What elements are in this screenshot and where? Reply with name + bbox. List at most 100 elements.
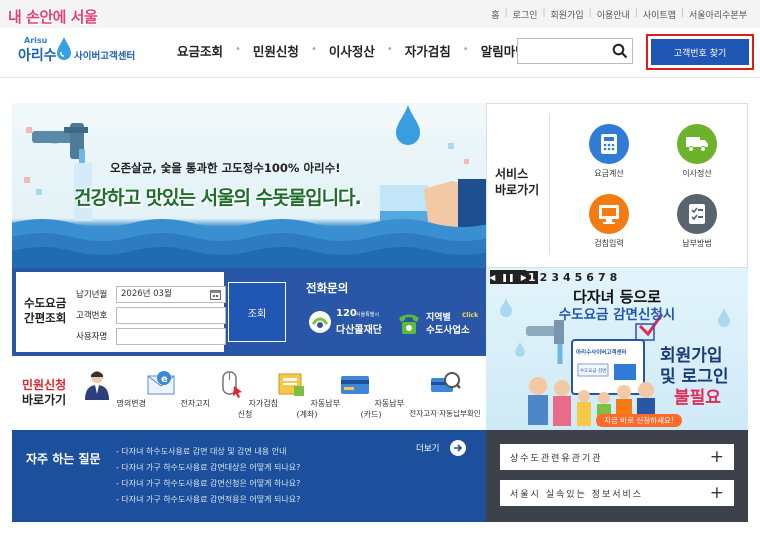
civil-title-line2: 바로가기 [22, 393, 67, 407]
pager-page-3[interactable]: 3 [549, 271, 561, 284]
civil-name-change-label: 명의변경 [116, 399, 146, 408]
promo-cta[interactable]: 지금 바로 신청하세요! [596, 414, 682, 427]
util-arisu-hq-link[interactable]: 서울아리수본부 [684, 8, 752, 21]
site-logo[interactable]: Arisu 아리수 사이버고객센터 [18, 36, 148, 66]
dasan-number: 120 [336, 308, 357, 319]
link-water-agencies[interactable]: 상수도관련유관기관 + [500, 444, 734, 470]
dasan-name: 다산콜재단 [336, 325, 382, 336]
promo-badge: 회원가입 및 로그인 [660, 346, 728, 388]
faq-item-3[interactable]: - 다자녀 가구 하수도사용료 감면신청은 어떻게 하나요? [116, 478, 300, 489]
checklist-icon [677, 194, 717, 234]
pager-page-5[interactable]: 5 [573, 271, 585, 284]
monitor-icon [589, 194, 629, 234]
faq-more-link[interactable]: 더보기 [416, 442, 439, 454]
banner-subtitle: 오존살균, 숯을 통과한 고도정수100% 아리수! [110, 161, 341, 175]
search-icon[interactable] [612, 43, 628, 59]
calculator-icon [589, 124, 629, 164]
service-shortcuts-title: 서비스 바로가기 [495, 166, 539, 198]
nav-self-reading[interactable]: 자가검침 [393, 41, 463, 60]
pager-page-7[interactable]: 7 [596, 271, 608, 284]
civil-name-change[interactable]: 명의변경 [80, 368, 146, 409]
calendar-icon[interactable] [210, 289, 221, 300]
pager-page-2[interactable]: 2 [538, 271, 550, 284]
dasan-logo-icon [309, 311, 331, 333]
util-guide-link[interactable]: 이용안내 [592, 8, 635, 21]
service-payment-methods-label: 납부방법 [682, 239, 712, 248]
service-move-settlement[interactable]: 이사정산 [657, 124, 737, 179]
credit-card-icon [341, 376, 369, 394]
faq-section: 자주 하는 질문 - 다자녀 하수도사용료 감면 대상 및 감면 내용 안내 -… [12, 430, 486, 522]
svg-text:e: e [161, 374, 168, 385]
user-name-input[interactable] [116, 328, 226, 345]
pager-controls: ◀ ❚❚ ▶ [489, 270, 527, 284]
plus-icon[interactable]: + [710, 483, 724, 503]
link-seoul-info-services[interactable]: 서울시 실속있는 정보서비스 + [500, 480, 734, 506]
civil-autopay-card-label: 자동납부(카드) [360, 399, 404, 419]
faq-item-4[interactable]: - 다자녀 가구 하수도사용료 감면적용은 어떻게 되나요? [116, 494, 300, 505]
local-office-link[interactable]: 지역별 Click 수도사업소 [396, 308, 482, 338]
dasan-call-link[interactable]: 120 서울특별시 다산콜재단 [308, 308, 388, 338]
link-water-agencies-label: 상수도관련유관기관 [510, 453, 603, 464]
promo-line2: 수도요금 감면신청시 [486, 303, 748, 323]
civil-autopay-card[interactable]: 자동납부(카드) [338, 368, 404, 420]
pager-prev-icon[interactable]: ◀ [489, 273, 495, 282]
customer-number-input[interactable] [116, 307, 226, 324]
lookup-submit-button[interactable]: 조회 [228, 282, 286, 342]
pager-page-8[interactable]: 8 [608, 271, 620, 284]
water-drop-icon [57, 37, 71, 60]
label-customer-number: 고객번호 [76, 311, 108, 321]
nav-civil-request[interactable]: 민원신청 [241, 41, 311, 60]
utility-links: 홈 | 로그인 | 회원가입 | 이용안내 | 사이트맵 | 서울아리수본부 [486, 8, 752, 21]
promo-badge-line1: 회원가입 [660, 346, 723, 366]
logo-small-text: Arisu [24, 36, 48, 45]
service-move-settlement-label: 이사정산 [682, 169, 712, 178]
faq-item-2[interactable]: - 다자녀 가구 하수도사용료 감면대상은 어떻게 되나요? [116, 462, 300, 473]
main-nav: 요금조회 • 민원신청 • 이사정산 • 자가검침 • 알림마당 [165, 41, 539, 60]
service-meter-input[interactable]: 검침입력 [569, 194, 649, 249]
nav-fee-lookup[interactable]: 요금조회 [165, 41, 235, 60]
find-customer-number-button[interactable]: 고객번호 찾기 [651, 39, 749, 65]
civil-enotice-autopay-check[interactable]: 전자고지·자동납부확인 [404, 368, 486, 419]
service-fee-calc[interactable]: 요금계산 [569, 124, 649, 179]
pager-page-6[interactable]: 6 [584, 271, 596, 284]
pager-page-1[interactable]: 1 [526, 270, 538, 284]
civil-self-reading-request-label: 자가검침신청 [237, 399, 278, 419]
search-input[interactable] [520, 41, 608, 61]
promo-line2-text: 수도요금 감면신청시 [558, 307, 676, 323]
promo-pager: ◀ ❚❚ ▶ 1 2 3 4 5 6 7 8 [489, 270, 620, 284]
page: 홈 | 로그인 | 회원가입 | 이용안내 | 사이트맵 | 서울아리수본부 내 손안에 … [0, 0, 760, 533]
quick-lookup-title: 수도요금 간편조회 [24, 296, 66, 326]
promo-badge-line2: 및 로그인 [660, 367, 729, 387]
e-notice-icon: e [147, 371, 175, 395]
quick-lookup-form: 수도요금 간편조회 납기년월 고객번호 사용자명 2026년 03월 [16, 272, 226, 352]
plus-icon[interactable]: + [710, 447, 724, 467]
service-shortcuts: 서비스 바로가기 요금계산 이사정산 검침입력 납부방법 [486, 103, 748, 268]
civil-request-shortcuts: 민원신청 바로가기 명의변경 e 전자고지 자가검침신청 자동납부(계좌) 자동… [12, 356, 486, 430]
service-payment-methods[interactable]: 납부방법 [657, 194, 737, 249]
faq-item-1[interactable]: - 다자녀 하수도사용료 감면 대상 및 감면 내용 안내 [116, 446, 286, 457]
civil-autopay-account-label: 자동납부(계좌) [296, 399, 340, 419]
pager-pause-icon[interactable]: ❚❚ [501, 273, 514, 282]
hero-banner[interactable]: 오존살균, 숯을 통과한 고도정수100% 아리수! 건강하고 맛있는 서울의 … [12, 103, 486, 268]
truck-icon [677, 124, 717, 164]
local-click-text: Click [462, 312, 479, 319]
util-signup-link[interactable]: 회원가입 [546, 8, 589, 21]
phone-inquiry: 전화문의 120 서울특별시 다산콜재단 지역별 Click 수도사업소 [296, 268, 486, 356]
civil-autopay-account[interactable]: 자동납부(계좌) [274, 368, 340, 420]
quick-title-line2: 간편조회 [24, 311, 67, 325]
util-sitemap-link[interactable]: 사이트맵 [638, 8, 681, 21]
watermark: 내 손안에 서울 [8, 8, 98, 26]
arrow-right-circle-icon[interactable] [450, 440, 466, 456]
pager-page-4[interactable]: 4 [561, 271, 573, 284]
header-divider [0, 77, 760, 78]
util-home-link[interactable]: 홈 [486, 8, 504, 21]
due-month-value: 2026년 03월 [121, 289, 172, 299]
util-login-link[interactable]: 로그인 [508, 8, 543, 21]
due-month-field[interactable]: 2026년 03월 [116, 286, 226, 303]
nav-move-settlement[interactable]: 이사정산 [317, 41, 387, 60]
promo-banner[interactable]: ◀ ❚❚ ▶ 1 2 3 4 5 6 7 8 다자녀 등으로 수도요금 감면신청… [486, 268, 748, 430]
banner-headline: 건강하고 맛있는 서울의 수돗물입니다. [74, 187, 362, 209]
civil-e-notice[interactable]: e 전자고지 [144, 368, 210, 409]
service-meter-input-label: 검침입력 [594, 239, 624, 248]
civil-self-reading-request[interactable]: 자가검침신청 [212, 368, 278, 420]
